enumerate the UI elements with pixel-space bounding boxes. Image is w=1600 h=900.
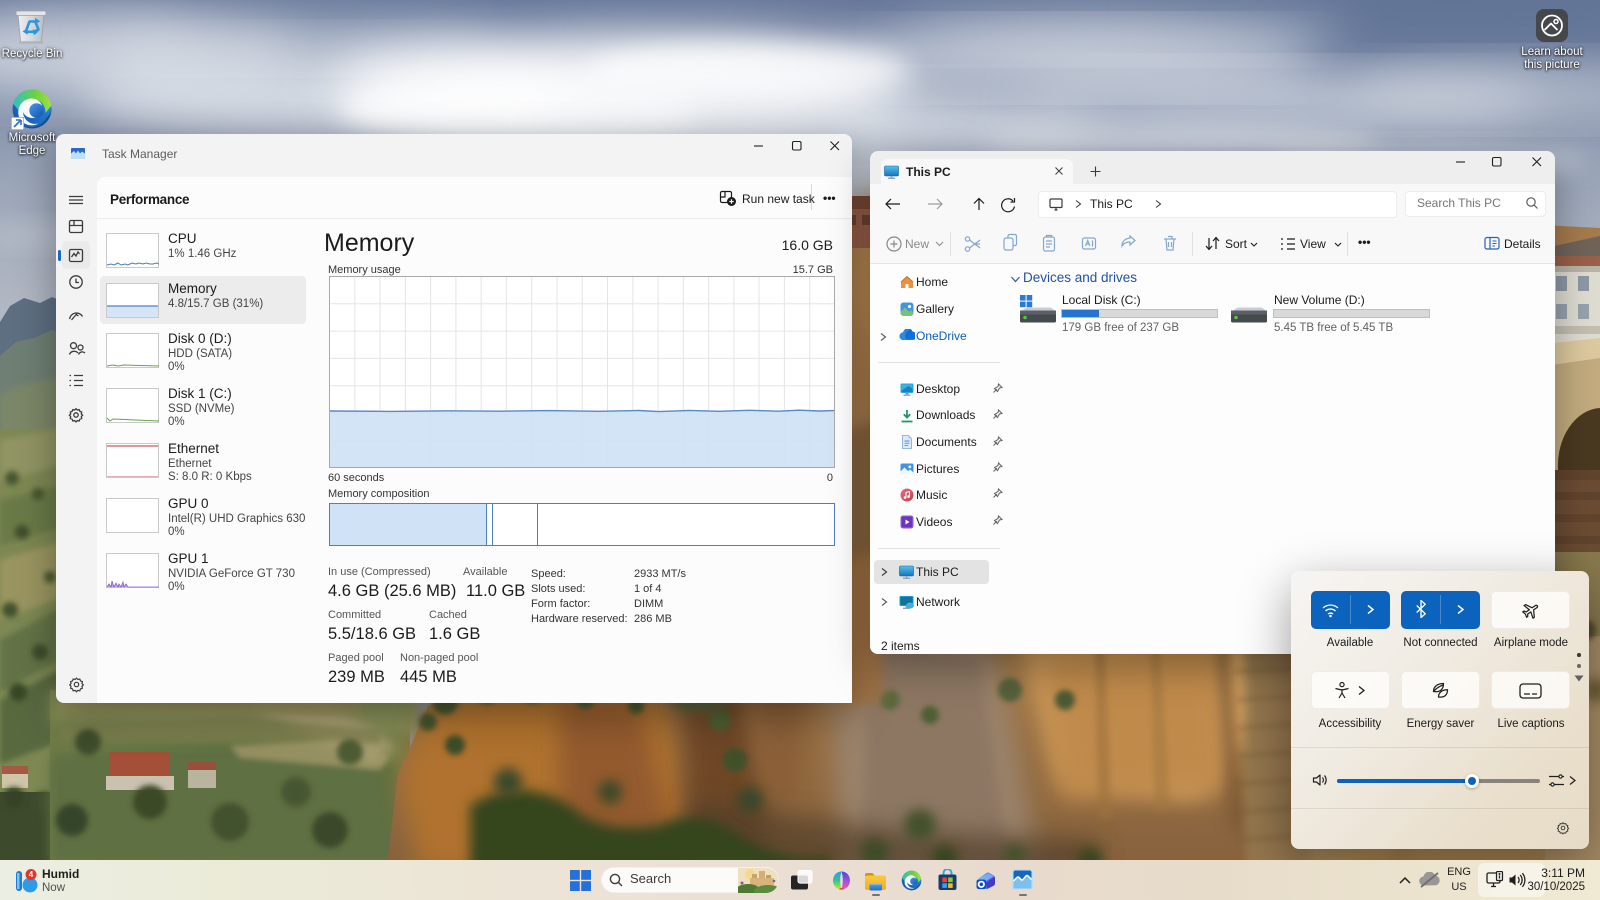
svg-text:4: 4 [29, 870, 34, 879]
